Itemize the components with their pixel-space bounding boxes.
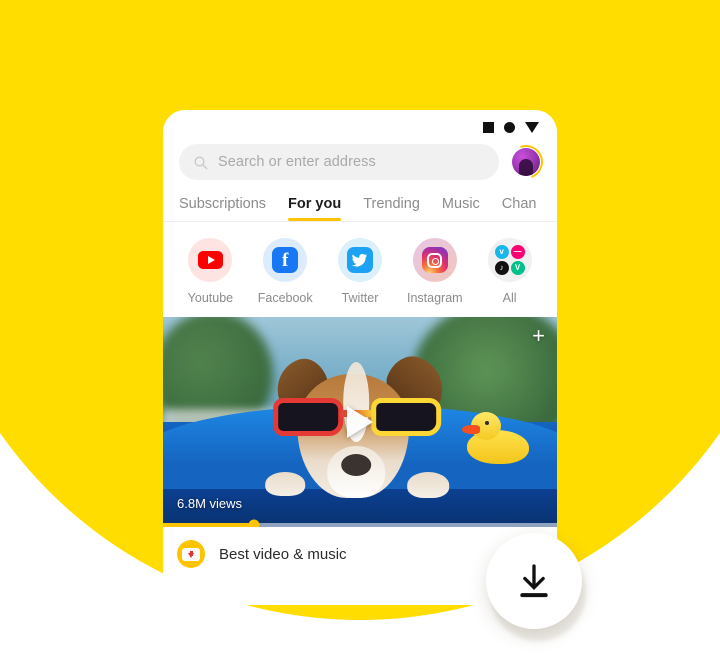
vimeo-icon: v — [494, 245, 509, 259]
tiktok-icon: ♪ — [494, 261, 509, 275]
shortcut-instagram[interactable]: Instagram — [403, 238, 467, 305]
screenshot-root: Search or enter address Subscriptions Fo… — [0, 0, 720, 663]
video-thumbnail[interactable]: + 6.8M views — [163, 317, 557, 527]
download-button[interactable] — [486, 533, 582, 629]
tab-channels[interactable]: Chan — [502, 196, 537, 221]
all-apps-icon: v — ♪ V — [487, 238, 532, 282]
video-progress-knob[interactable] — [248, 519, 260, 527]
play-icon[interactable] — [347, 406, 373, 438]
plus-icon[interactable]: + — [532, 325, 545, 347]
twitter-icon — [337, 238, 382, 282]
shortcut-label-facebook: Facebook — [257, 291, 313, 305]
shortcut-all[interactable]: v — ♪ V All — [478, 238, 542, 305]
avatar-image — [512, 148, 540, 176]
youtube-icon — [188, 238, 233, 282]
circle-icon[interactable] — [504, 121, 515, 133]
video-progress-fill — [163, 523, 254, 527]
dailymotion-icon: — — [510, 245, 525, 259]
shortcut-label-youtube: Youtube — [187, 291, 234, 305]
video-progress-bar[interactable] — [163, 519, 557, 527]
search-icon — [194, 156, 208, 169]
android-nav-bar — [163, 110, 557, 138]
tab-trending[interactable]: Trending — [363, 196, 420, 221]
search-row: Search or enter address — [163, 138, 557, 185]
avatar[interactable] — [503, 139, 549, 185]
shortcut-facebook[interactable]: f Facebook — [253, 238, 317, 305]
bottom-bar-title: Best video & music — [219, 545, 347, 563]
download-badge-icon — [177, 540, 205, 568]
download-icon — [520, 564, 548, 598]
vine-icon: V — [510, 261, 525, 275]
shortcut-label-all: All — [502, 291, 517, 305]
shortcut-label-instagram: Instagram — [406, 291, 463, 305]
square-icon[interactable] — [483, 121, 494, 133]
tab-music[interactable]: Music — [442, 196, 480, 221]
tab-bar: Subscriptions For you Trending Music Cha… — [163, 180, 557, 222]
tab-for-you[interactable]: For you — [288, 196, 342, 221]
tab-subscriptions[interactable]: Subscriptions — [179, 196, 266, 221]
shortcut-youtube[interactable]: Youtube — [178, 238, 242, 305]
search-input[interactable]: Search or enter address — [179, 144, 499, 180]
shortcut-row: Youtube f Facebook Twitter Instagram v —… — [163, 222, 557, 317]
rubber-duck-icon — [462, 412, 529, 464]
triangle-down-icon[interactable] — [525, 121, 539, 133]
video-views: 6.8M views — [177, 496, 243, 511]
facebook-icon: f — [263, 238, 308, 282]
search-placeholder: Search or enter address — [218, 154, 376, 170]
phone-card: Search or enter address Subscriptions Fo… — [163, 110, 557, 605]
shortcut-twitter[interactable]: Twitter — [328, 238, 392, 305]
instagram-icon — [412, 238, 457, 282]
shortcut-label-twitter: Twitter — [341, 291, 379, 305]
